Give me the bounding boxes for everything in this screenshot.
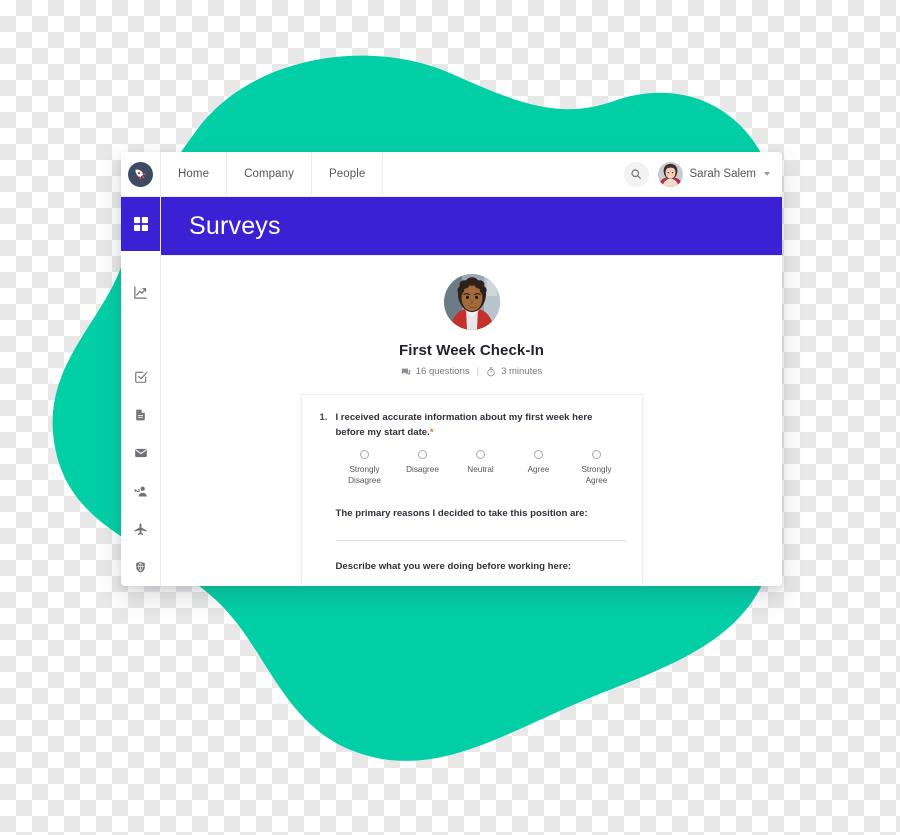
nav-tab-company[interactable]: Company [227,152,312,196]
survey-question-count: 16 questions [415,366,470,377]
likert-option-neutral[interactable]: Neutral [452,449,510,486]
nav-tab-people[interactable]: People [312,152,384,196]
radio-button[interactable] [534,449,543,459]
nav-tab-label: Home [178,168,210,180]
shield-globe-icon [136,561,145,573]
chevron-down-icon [764,172,770,176]
required-marker: * [429,426,434,438]
comment-bubble-icon [401,368,410,375]
dashboard-grid-icon [133,216,148,231]
sidebar-item-analytics[interactable] [121,274,160,312]
likert-option-label: Strongly Agree [581,464,612,485]
likert-option-label: Neutral [467,464,494,474]
question-number: 1. [319,412,328,423]
likert-option-disagree[interactable]: Disagree [394,449,452,486]
question-card: 1. I received accurate information about… [300,394,643,586]
search-icon [631,169,641,179]
text-field-primary-reasons: The primary reasons I decided to take th… [335,507,626,541]
topbar-right-group: Sarah Salem [623,152,782,196]
content-area: Surveys First Week Check-In 16 questions… [161,197,782,586]
question-1: 1. I received accurate information about… [320,411,624,441]
sidebar-item-benefits[interactable] [121,548,160,586]
window-body: Surveys First Week Check-In 16 questions… [121,197,782,586]
field-label: Describe what you were doing before work… [335,560,572,572]
likert-option-label: Strongly Disagree [348,464,381,485]
checkbox-task-icon [134,371,147,383]
sidebar-item-tasks[interactable] [121,358,160,396]
survey-panel: First Week Check-In 16 questions | 3 min… [161,256,782,586]
question-text: I received accurate information about my… [335,412,593,438]
app-logo[interactable] [121,152,161,196]
avatar [657,161,683,187]
mail-envelope-icon [134,448,147,458]
sidebar-item-travel[interactable] [121,510,160,548]
user-name-label: Sarah Salem [689,168,756,180]
question-text-wrap: I received accurate information about my… [335,411,623,441]
rocket-icon [128,161,153,187]
text-field-previous-work: Describe what you were doing before work… [336,561,624,572]
survey-title: First Week Check-In [398,342,544,359]
survey-author-avatar [443,274,500,330]
left-sidebar [121,197,161,586]
people-group-icon [134,486,147,497]
radio-button[interactable] [360,449,369,459]
sidebar-item-dashboard[interactable] [121,197,160,251]
likert-option-agree[interactable]: Agree [510,449,568,486]
search-button[interactable] [623,161,649,187]
likert-option-strongly-agree[interactable]: Strongly Agree [568,449,626,486]
likert-option-label: Disagree [406,464,439,474]
likert-option-label: Agree [527,464,550,474]
sidebar-item-people[interactable] [121,472,160,510]
survey-meta: 16 questions | 3 minutes [401,366,543,377]
likert-scale-group: Strongly Disagree Disagree Neutral Agree… [336,449,626,486]
radio-button[interactable] [592,449,601,459]
nav-tab-label: Company [244,168,294,180]
nav-tab-home[interactable]: Home [161,152,228,196]
analytics-chart-icon [134,286,147,300]
meta-separator: | [476,366,480,377]
field-label: The primary reasons I decided to take th… [335,507,588,519]
sidebar-item-mail[interactable] [121,434,160,472]
page-header: Surveys [161,197,782,256]
radio-button[interactable] [476,449,485,459]
likert-option-strongly-disagree[interactable]: Strongly Disagree [336,449,394,486]
survey-duration: 3 minutes [501,366,543,377]
document-icon [136,409,145,421]
page-title: Surveys [189,211,281,240]
nav-tab-label: People [329,168,366,180]
user-menu[interactable]: Sarah Salem [657,161,770,187]
text-input-underline[interactable] [335,539,626,541]
radio-button[interactable] [418,449,427,459]
top-navigation-bar: Home Company People Sarah Salem [121,152,782,197]
stopwatch-icon [487,366,495,376]
sidebar-item-documents[interactable] [121,396,160,434]
airplane-travel-icon [134,522,147,535]
app-window: Home Company People Sarah Salem Surveys … [121,152,782,586]
